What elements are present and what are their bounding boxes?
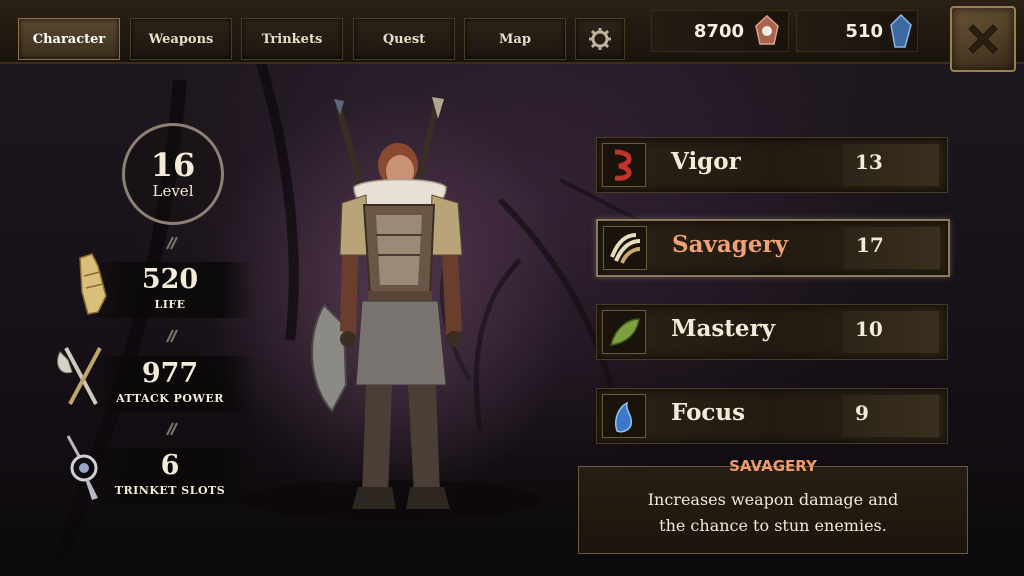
tab-map[interactable]: Map	[464, 18, 566, 60]
settings-button[interactable]	[575, 18, 625, 60]
armor-gauntlet-icon	[79, 253, 107, 315]
attribute-value: 17	[856, 233, 884, 257]
attribute-savagery[interactable]: Savagery 17	[596, 219, 950, 277]
attribute-focus[interactable]: Focus 9	[596, 388, 948, 444]
trinket-label: TRINKET SLOTS	[114, 484, 226, 497]
blue-gem-icon	[890, 13, 912, 48]
trinket-value: 6	[160, 450, 180, 481]
level-badge: 16 Level	[122, 123, 224, 225]
divider-ornament	[166, 422, 178, 436]
divider-ornament	[166, 329, 178, 343]
tab-trinkets[interactable]: Trinkets	[241, 18, 343, 60]
tab-label: Quest	[382, 31, 426, 47]
tab-label: Character	[32, 31, 106, 47]
level-value: 16	[150, 146, 196, 184]
attribute-name: Savagery	[672, 231, 788, 258]
stat-trinket-slots: 6 TRINKET SLOTS	[85, 448, 255, 504]
red-crystal-icon	[755, 14, 779, 45]
crossed-weapons-icon	[57, 347, 102, 405]
gear-icon	[589, 28, 611, 50]
attribute-name: Focus	[671, 399, 746, 426]
tab-label: Map	[499, 31, 531, 47]
tab-label: Weapons	[148, 31, 214, 47]
attribute-description-text: Increases weapon damage and the chance t…	[579, 487, 967, 539]
attribute-value: 10	[855, 317, 883, 341]
focus-icon	[602, 394, 646, 438]
gem-value: 510	[845, 20, 883, 42]
tab-weapons[interactable]: Weapons	[130, 18, 232, 60]
description-title: SAVAGERY	[729, 457, 817, 475]
attribute-name: Vigor	[671, 148, 741, 175]
description-line-2: the chance to stun enemies.	[659, 516, 887, 535]
gem-currency: 510	[796, 10, 918, 52]
attribute-name: Mastery	[671, 315, 776, 342]
description-line-1: Increases weapon damage and	[647, 490, 899, 509]
vigor-icon	[602, 143, 646, 187]
mastery-feather-icon	[602, 310, 646, 354]
attribute-vigor[interactable]: Vigor 13	[596, 137, 948, 193]
character-model	[311, 97, 463, 509]
savagery-claw-icon	[603, 226, 647, 270]
tab-quest[interactable]: Quest	[353, 18, 455, 60]
tab-label: Trinkets	[261, 31, 323, 47]
close-button[interactable]	[950, 6, 1016, 72]
attribute-value: 13	[855, 150, 883, 174]
attribute-mastery[interactable]: Mastery 10	[596, 304, 948, 360]
gold-value: 8700	[693, 20, 744, 42]
divider-ornament	[166, 236, 178, 250]
amulet-icon	[66, 435, 98, 500]
attribute-description-panel: Increases weapon damage and the chance t…	[578, 466, 968, 554]
gold-currency: 8700	[651, 10, 789, 52]
tab-character[interactable]: Character	[18, 18, 120, 60]
level-label: Level	[152, 182, 194, 200]
close-x-icon	[968, 24, 998, 54]
attribute-value: 9	[855, 401, 869, 425]
